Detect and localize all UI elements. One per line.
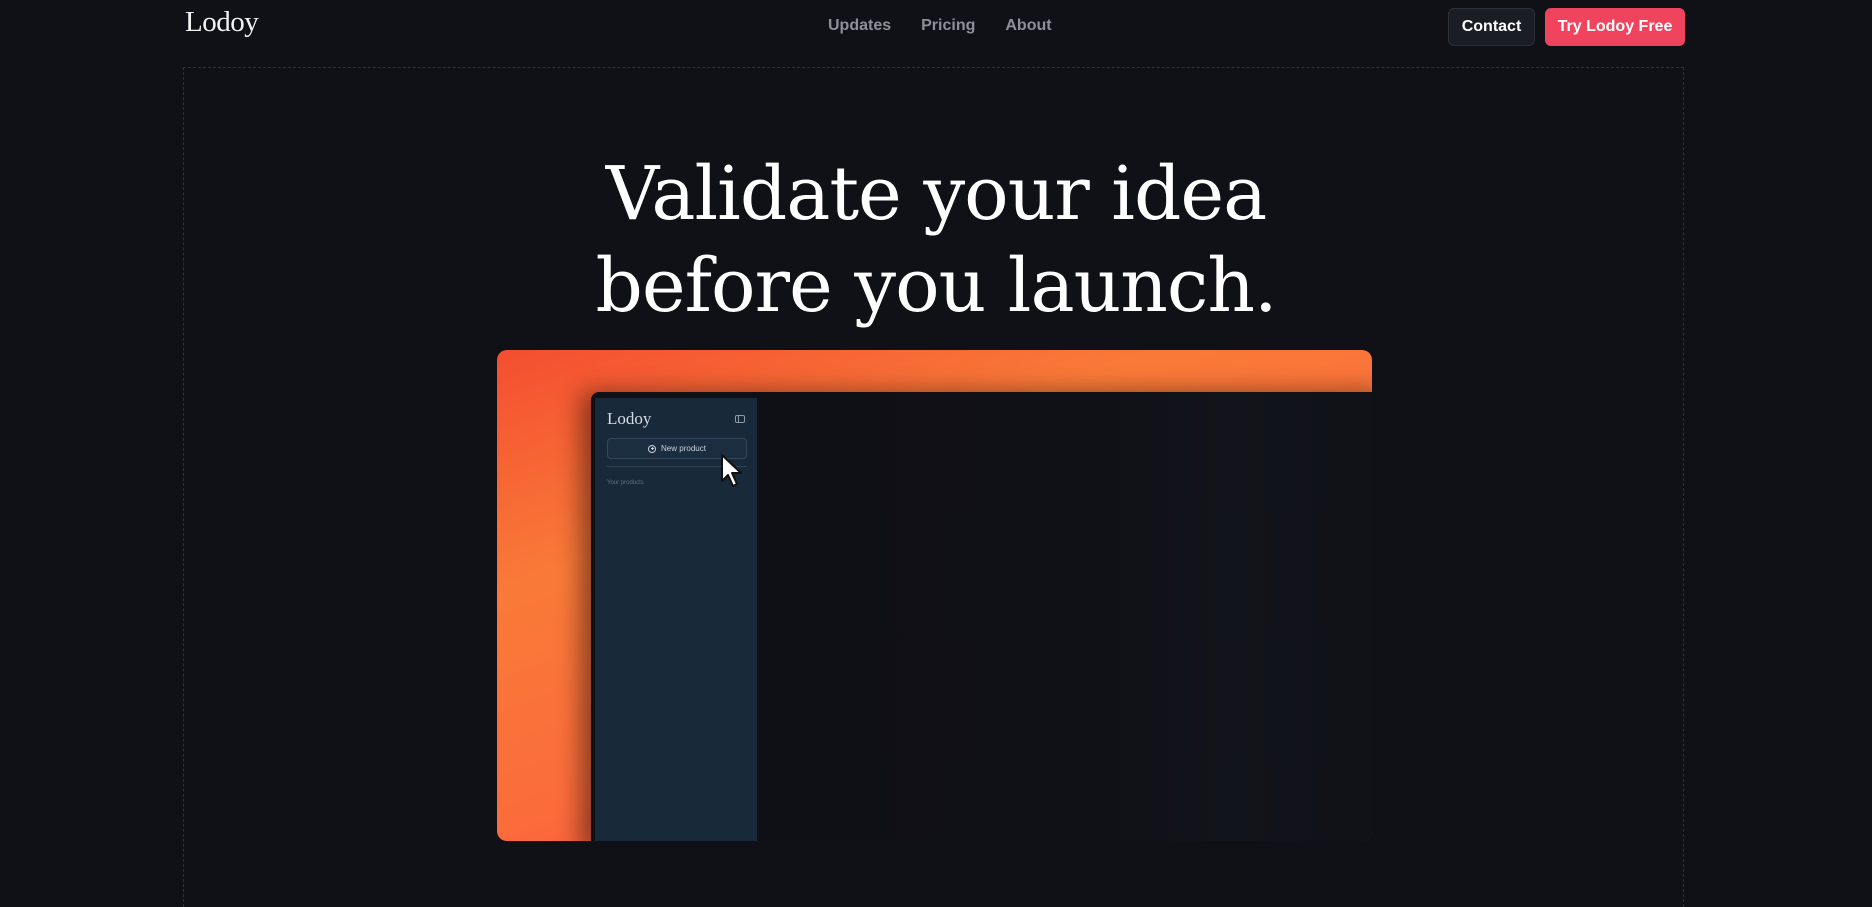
sidebar-toggle-icon	[735, 415, 745, 423]
try-free-button[interactable]: Try Lodoy Free	[1545, 8, 1685, 46]
your-products-label: Your products	[607, 480, 644, 486]
app-preview-window: Lodoy New product Your products	[591, 392, 1372, 841]
nav-link-pricing[interactable]: Pricing	[921, 17, 975, 35]
logo[interactable]: Lodoy	[185, 6, 259, 39]
nav-link-updates[interactable]: Updates	[828, 17, 891, 35]
hero-title-line-2: before you launch.	[595, 243, 1277, 329]
new-product-label: New product	[661, 444, 706, 453]
hero-title-line-1: Validate your idea	[605, 151, 1268, 237]
nav-links: Updates Pricing About	[828, 17, 1052, 35]
mouse-pointer-icon	[721, 454, 742, 487]
product-showcase: Lodoy New product Your products	[497, 350, 1372, 841]
contact-button[interactable]: Contact	[1448, 8, 1535, 46]
plus-circle-icon	[648, 444, 657, 453]
hero-title: Validate your idea before you launch.	[436, 148, 1436, 332]
app-logo: Lodoy	[607, 409, 652, 428]
top-navigation: Lodoy Updates Pricing About Contact Try …	[0, 0, 1872, 54]
app-main-area	[751, 392, 1372, 841]
nav-link-about[interactable]: About	[1005, 17, 1051, 35]
